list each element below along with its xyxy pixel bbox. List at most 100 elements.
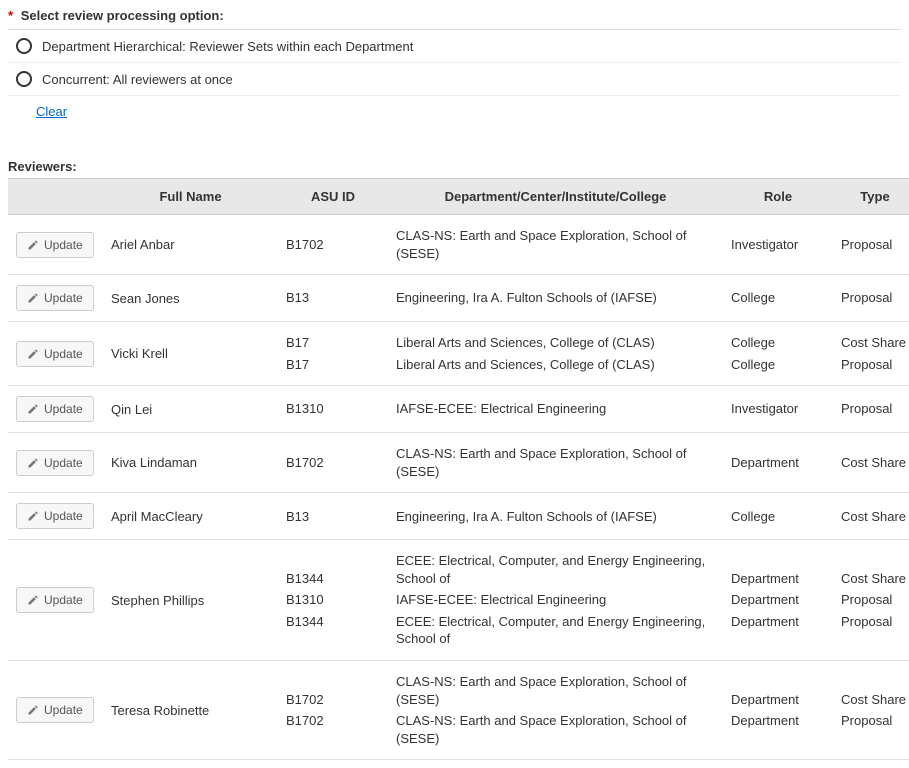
table-row: UpdateApril MacClearyB13Engineering, Ira… <box>8 493 909 540</box>
required-asterisk: * <box>8 8 13 23</box>
cell-type-value: Proposal <box>841 611 909 633</box>
table-row: UpdateTeresa RobinetteB1702B1702CLAS-NS:… <box>8 661 909 760</box>
table-row: Update Sean Jones B13 Engineering, Ira A. F… <box>8 275 909 322</box>
col-dept: Department/Center/Institute/College <box>388 179 723 215</box>
cell-dept: IAFSE-ECEE: Electrical Engineering <box>388 386 723 433</box>
col-asu-id: ASU ID <box>278 179 388 215</box>
update-button[interactable]: Update <box>16 697 94 723</box>
cell-dept-value: Engineering, Ira A. Fulton Schools of (I… <box>396 287 715 309</box>
edit-icon <box>27 239 39 251</box>
cell-dept-value: IAFSE-ECEE: Electrical Engineering <box>396 589 715 611</box>
table-row: UpdateAriel AnbarB1702CLAS-NS: Earth and… <box>8 215 909 275</box>
cell-asu-id: B1702 <box>278 215 388 275</box>
cell-type-value: Proposal <box>841 710 909 732</box>
cell-role-value: Investigator <box>731 398 825 420</box>
cell-dept-value: IAFSE-ECEE: Electrical Engineering <box>396 398 715 420</box>
cell-full-name: Vicki Krell <box>103 322 278 386</box>
cell-role: Department <box>723 433 833 493</box>
cell-asu-id: B17B17 <box>278 322 388 386</box>
cell-role: DepartmentDepartment <box>723 661 833 760</box>
cell-asu-id-value: B13 <box>286 506 380 528</box>
radio-label: Concurrent: All reviewers at once <box>42 72 233 87</box>
cell-dept-value: ECEE: Electrical, Computer, and Energy E… <box>396 550 715 589</box>
cell-role-value: College <box>731 354 825 376</box>
cell-asu-id: B13 <box>278 493 388 540</box>
col-actions <box>8 179 103 215</box>
cell-asu-id-value: B1702 <box>286 234 380 256</box>
cell-type-value: Cost Share <box>841 568 909 590</box>
radio-option-conc[interactable]: Concurrent: All reviewers at once <box>8 63 901 96</box>
clear-link[interactable]: Clear <box>36 104 67 119</box>
cell-asu-id-value: B1702 <box>286 710 380 732</box>
radio-label: Department Hierarchical: Reviewer Sets w… <box>42 39 413 54</box>
cell-role-value: Department <box>731 568 825 590</box>
cell-role: College <box>723 275 833 322</box>
cell-dept: CLAS-NS: Earth and Space Exploration, Sc… <box>388 661 723 760</box>
cell-type-value: Cost Share <box>841 332 909 354</box>
cell-role: Investigator <box>723 215 833 275</box>
update-button-label: Update <box>44 347 83 361</box>
cell-role-value: Department <box>731 611 825 633</box>
cell-type-value: Proposal <box>841 398 909 420</box>
update-button[interactable]: Update <box>16 587 94 613</box>
cell-full-name: Ariel Anbar <box>103 215 278 275</box>
cell-full-name: Kiva Lindaman <box>103 433 278 493</box>
update-button[interactable]: Update <box>16 503 94 529</box>
edit-icon <box>27 704 39 716</box>
cell-role-value: Investigator <box>731 234 825 256</box>
cell-dept: ECEE: Electrical, Computer, and Energy E… <box>388 540 723 661</box>
cell-dept-value: CLAS-NS: Earth and Space Exploration, Sc… <box>396 671 715 710</box>
cell-asu-id-value: B1702 <box>286 689 380 711</box>
edit-icon <box>27 292 39 304</box>
cell-dept: Engineering, Ira A. Fulton Schools of (I… <box>388 275 723 322</box>
cell-role-value: Department <box>731 689 825 711</box>
cell-asu-id-value: B1310 <box>286 398 380 420</box>
edit-icon <box>27 348 39 360</box>
radio-option-hier[interactable]: Department Hierarchical: Reviewer Sets w… <box>8 30 901 63</box>
cell-dept: CLAS-NS: Earth and Space Exploration, Sc… <box>388 433 723 493</box>
cell-role-value: College <box>731 287 825 309</box>
cell-dept-value: ECEE: Electrical, Computer, and Energy E… <box>396 611 715 650</box>
cell-role: CollegeCollege <box>723 322 833 386</box>
cell-type: Cost ShareProposal <box>833 322 909 386</box>
cell-asu-id-value: B17 <box>286 332 380 354</box>
update-button[interactable]: Update <box>16 285 94 311</box>
update-button-label: Update <box>44 238 83 252</box>
cell-full-name: Stephen Phillips <box>103 540 278 661</box>
edit-icon <box>27 510 39 522</box>
cell-full-name: Teresa Robinette <box>103 661 278 760</box>
cell-full-name: Sean Jones <box>103 275 278 322</box>
update-button[interactable]: Update <box>16 232 94 258</box>
col-full-name: Full Name <box>103 179 278 215</box>
cell-dept-value: CLAS-NS: Earth and Space Exploration, Sc… <box>396 443 715 482</box>
update-button-label: Update <box>44 291 83 305</box>
cell-type-value: Cost Share <box>841 689 909 711</box>
edit-icon <box>27 457 39 469</box>
cell-asu-id-value: B1702 <box>286 452 380 474</box>
update-button[interactable]: Update <box>16 450 94 476</box>
reviewers-table: Full Name ASU ID Department/Center/Insti… <box>8 178 909 760</box>
cell-type: Proposal <box>833 215 909 275</box>
cell-role-value: College <box>731 506 825 528</box>
cell-asu-id: B1310 <box>278 386 388 433</box>
cell-asu-id: B1702B1702 <box>278 661 388 760</box>
update-button-label: Update <box>44 402 83 416</box>
cell-type-value: Proposal <box>841 354 909 376</box>
cell-type-value: Proposal <box>841 589 909 611</box>
table-row: Update Kiva Lindaman B1702 CLAS-NS: Earth a… <box>8 433 909 493</box>
cell-asu-id-value: B13 <box>286 287 380 309</box>
cell-asu-id-value: B17 <box>286 354 380 376</box>
cell-dept: Engineering, Ira A. Fulton Schools of (I… <box>388 493 723 540</box>
cell-type: Cost ShareProposal <box>833 661 909 760</box>
cell-dept: Liberal Arts and Sciences, College of (C… <box>388 322 723 386</box>
update-button[interactable]: Update <box>16 341 94 367</box>
cell-asu-id: B1702 <box>278 433 388 493</box>
update-button[interactable]: Update <box>16 396 94 422</box>
table-row: Update Qin Lei B1310 IAFSE-ECEE: Electrical… <box>8 386 909 433</box>
cell-asu-id-value: B1344 <box>286 611 380 633</box>
cell-full-name: Qin Lei <box>103 386 278 433</box>
update-button-label: Update <box>44 509 83 523</box>
col-role: Role <box>723 179 833 215</box>
cell-role: College <box>723 493 833 540</box>
edit-icon <box>27 594 39 606</box>
